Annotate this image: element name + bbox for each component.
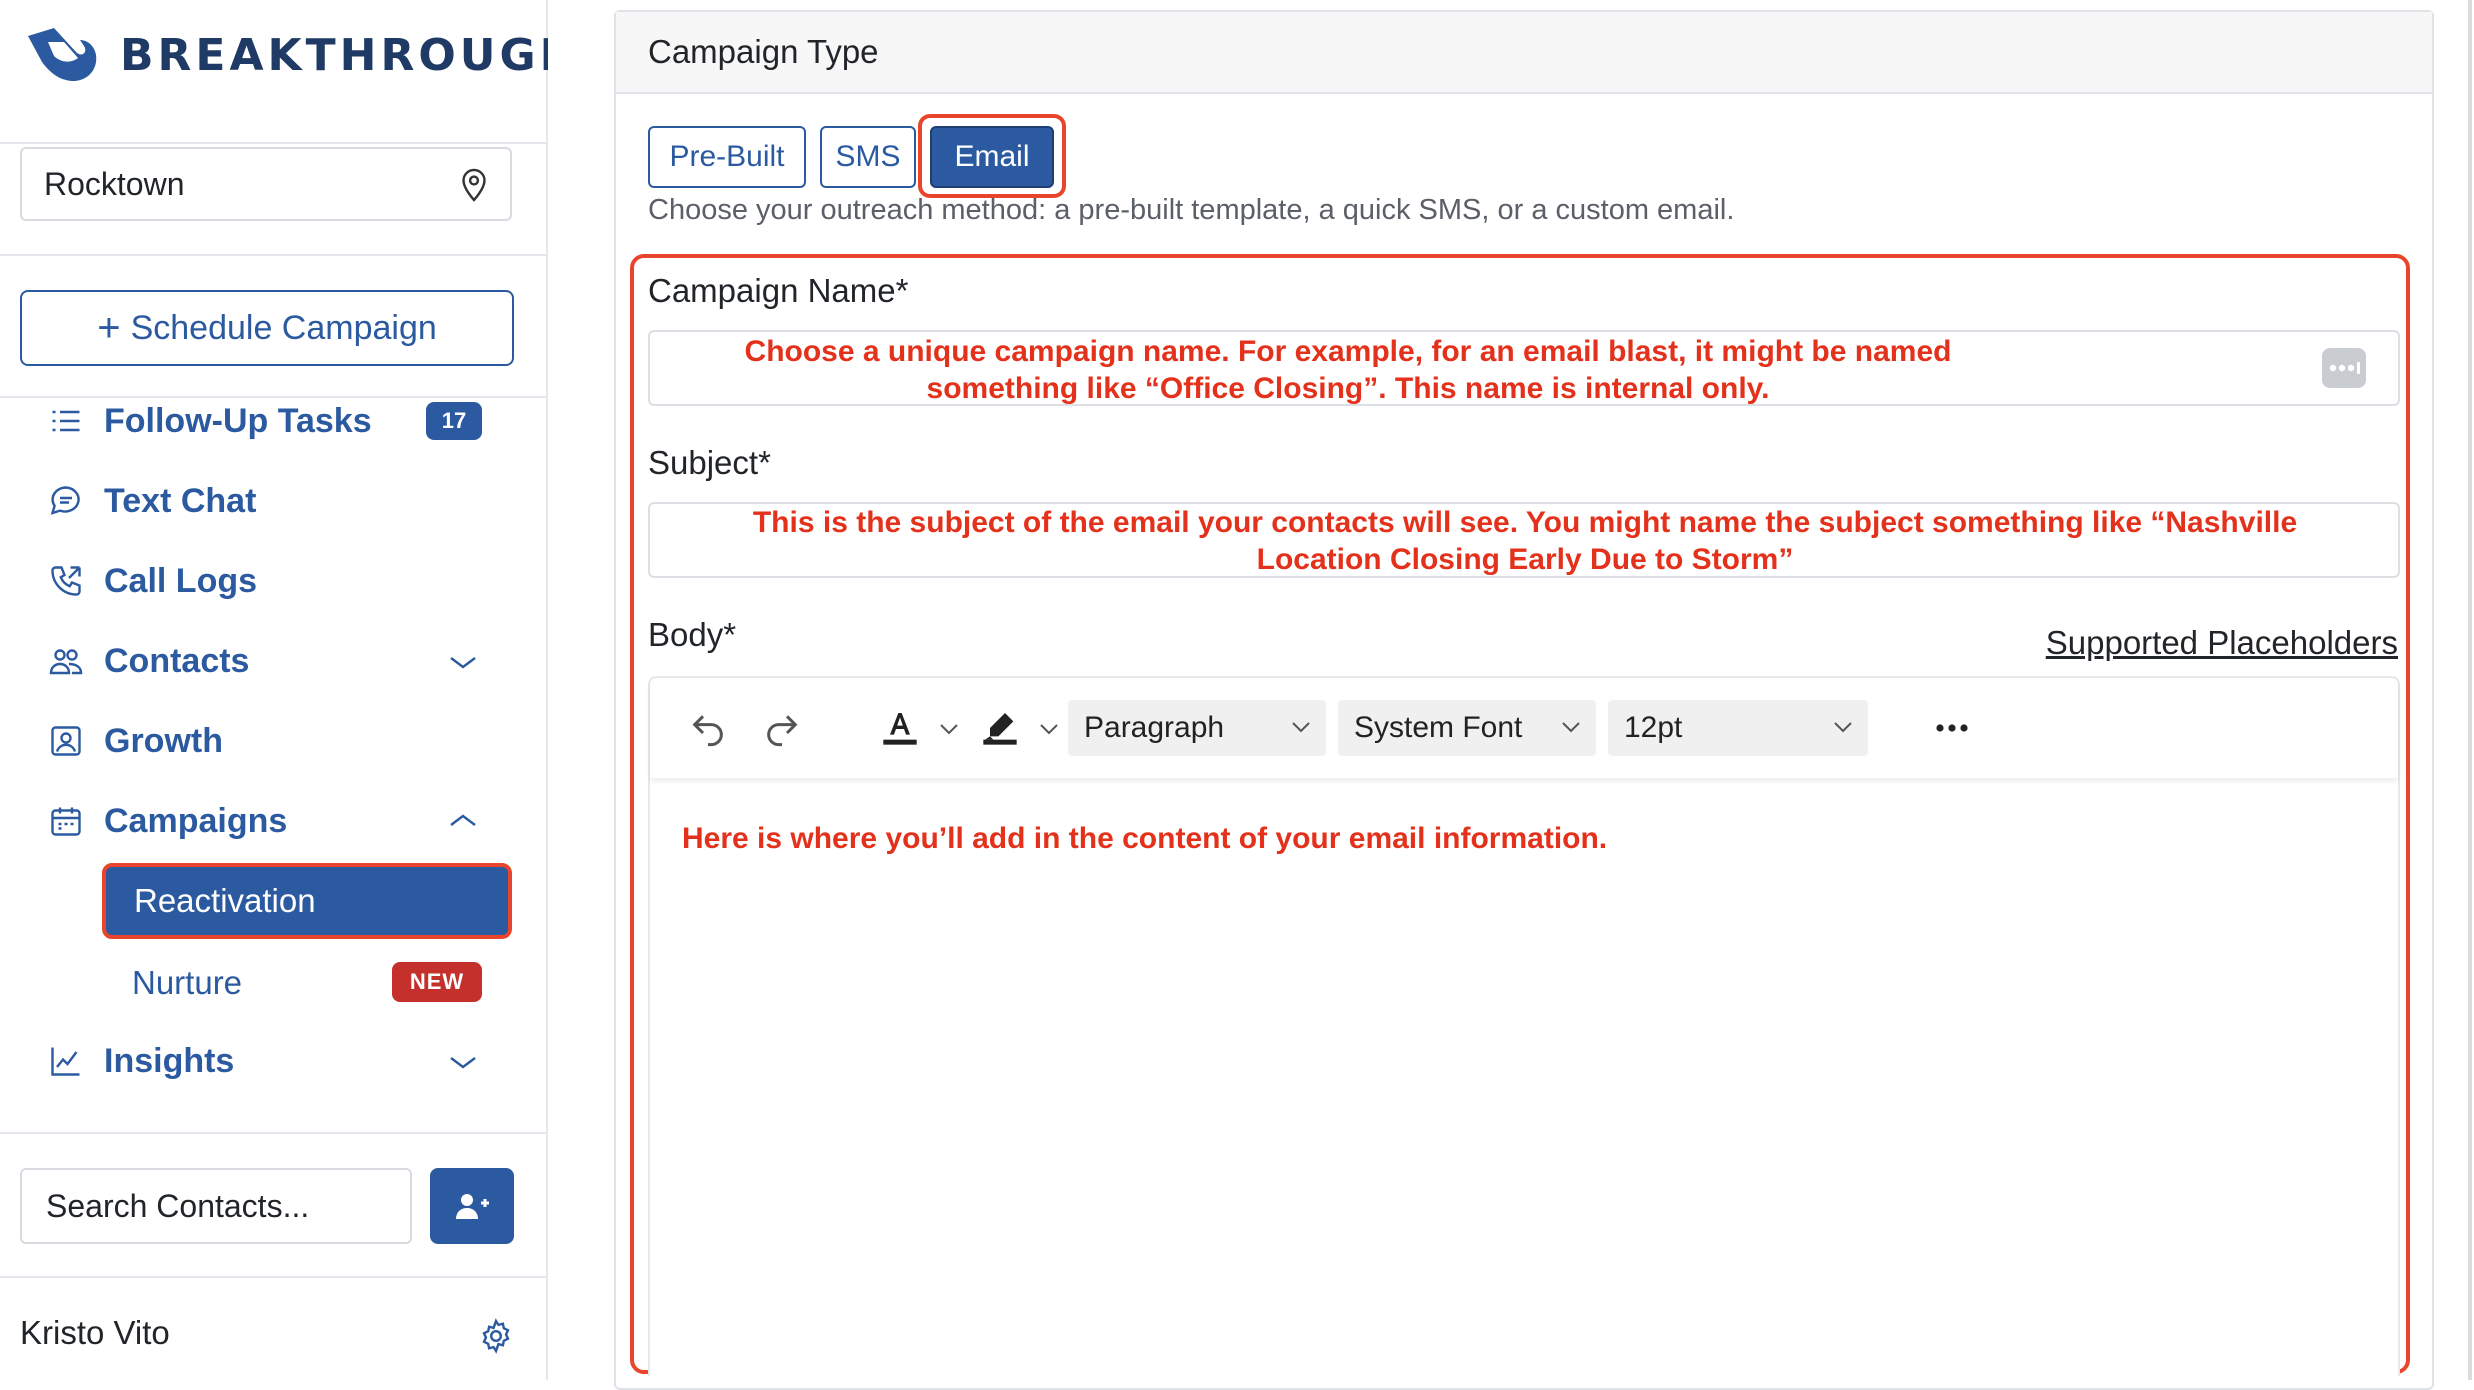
undo-icon[interactable]: [688, 708, 728, 748]
chevron-down-icon[interactable]: [448, 1052, 478, 1072]
more-toolbar-icon[interactable]: [1932, 708, 1972, 748]
select-value: System Font: [1354, 711, 1523, 744]
gear-icon[interactable]: [478, 1318, 514, 1354]
nav-text-chat[interactable]: Text Chat: [48, 476, 256, 526]
new-badge: NEW: [392, 962, 482, 1002]
hint-line: Location Closing Early Due to Storm”: [1256, 543, 1794, 576]
campaign-name-label: Campaign Name*: [648, 272, 909, 309]
chart-line-icon: [51, 1047, 80, 1076]
user-name: Kristo Vito: [20, 1314, 170, 1351]
divider: [0, 142, 546, 144]
sub-nav-label: Reactivation: [134, 882, 316, 919]
select-value: 12pt: [1624, 711, 1683, 744]
nav-insights[interactable]: Insights: [48, 1036, 234, 1086]
card-header: Campaign Type: [616, 12, 2432, 94]
block-format-select[interactable]: Paragraph: [1068, 700, 1326, 756]
add-contact-button[interactable]: [430, 1168, 514, 1244]
chevron-down-icon: [1562, 722, 1580, 733]
map-pin-icon: [462, 168, 486, 202]
subject-label: Subject*: [648, 444, 771, 481]
chevron-up-icon[interactable]: [448, 810, 478, 830]
body-editor[interactable]: [648, 676, 2400, 1376]
scrollbar[interactable]: [2468, 0, 2472, 1380]
font-size-select[interactable]: 12pt: [1608, 700, 1868, 756]
pre-built-button[interactable]: Pre-Built: [648, 126, 806, 188]
plus-icon: +: [97, 306, 121, 350]
brand-name: BREAKTHROUGH: [120, 29, 581, 81]
search-contacts-input[interactable]: Search Contacts...: [20, 1168, 412, 1244]
nav-label: Growth: [104, 721, 223, 760]
redo-icon[interactable]: [762, 708, 802, 748]
more-options-icon[interactable]: [2322, 348, 2366, 388]
hint-line: This is the subject of the email your co…: [752, 506, 2298, 539]
body-hint: Here is where you’ll add in the content …: [682, 822, 1608, 855]
annotation-highlight: [918, 114, 1066, 198]
nav-label: Follow-Up Tasks: [104, 401, 372, 440]
chevron-down-icon[interactable]: [448, 652, 478, 672]
nav-follow-up-tasks[interactable]: Follow-Up Tasks: [48, 396, 372, 446]
nav-call-logs[interactable]: Call Logs: [48, 556, 257, 606]
portrait-icon: [51, 726, 81, 756]
nav-label: Call Logs: [104, 561, 258, 600]
nav-growth[interactable]: Growth: [48, 716, 223, 766]
nav-label: Text Chat: [104, 481, 257, 520]
sms-button[interactable]: SMS: [820, 126, 916, 188]
campaign-name-hint: Choose a unique campaign name. For examp…: [668, 333, 2028, 407]
divider: [0, 254, 546, 256]
phone-icon: [51, 566, 81, 596]
add-user-icon: [456, 1194, 489, 1219]
sub-nav-reactivation[interactable]: Reactivation: [102, 863, 512, 939]
chevron-down-icon[interactable]: [1038, 722, 1060, 736]
divider: [0, 1276, 546, 1278]
list-icon: [52, 410, 80, 432]
subject-hint: This is the subject of the email your co…: [660, 504, 2390, 578]
nav-label: Contacts: [104, 641, 250, 680]
breakthrough-logo-icon: [28, 28, 97, 82]
sub-nav-nurture[interactable]: Nurture: [132, 958, 242, 1008]
nav-label: Insights: [104, 1041, 235, 1080]
sub-nav-label: Nurture: [132, 964, 243, 1001]
body-label: Body*: [648, 616, 737, 653]
hint-line: Choose a unique campaign name. For examp…: [744, 335, 1952, 368]
nav-label: Campaigns: [104, 801, 288, 840]
highlight-color-icon[interactable]: [980, 708, 1020, 748]
nav-contacts[interactable]: Contacts: [48, 636, 249, 686]
tasks-count-badge: 17: [426, 402, 482, 440]
helper-text: Choose your outreach method: a pre-built…: [648, 194, 1735, 226]
sidebar: BREAKTHROUGH Rocktown + Schedule Campaig…: [0, 0, 576, 1380]
chat-icon: [50, 486, 80, 515]
location-name: Rocktown: [44, 165, 185, 202]
button-label: SMS: [835, 140, 901, 173]
schedule-campaign-label: Schedule Campaign: [130, 308, 437, 347]
hint-line: something like “Office Closing”. This na…: [926, 372, 1770, 405]
select-value: Paragraph: [1084, 711, 1225, 744]
font-family-select[interactable]: System Font: [1338, 700, 1596, 756]
chevron-down-icon: [1834, 722, 1852, 733]
text-color-icon[interactable]: [880, 708, 920, 748]
calendar-icon: [51, 807, 81, 836]
supported-placeholders-link[interactable]: Supported Placeholders: [2046, 624, 2398, 662]
chevron-down-icon: [1292, 722, 1310, 733]
divider: [0, 1132, 546, 1134]
search-placeholder: Search Contacts...: [46, 1187, 310, 1224]
card-title: Campaign Type: [648, 33, 879, 70]
chevron-down-icon[interactable]: [938, 722, 960, 736]
location-selector[interactable]: Rocktown: [20, 147, 512, 221]
brand-logo[interactable]: BREAKTHROUGH: [24, 22, 580, 88]
people-icon: [49, 649, 83, 675]
schedule-campaign-button[interactable]: + Schedule Campaign: [20, 290, 514, 366]
nav-campaigns[interactable]: Campaigns: [48, 796, 287, 846]
button-label: Pre-Built: [669, 140, 785, 173]
